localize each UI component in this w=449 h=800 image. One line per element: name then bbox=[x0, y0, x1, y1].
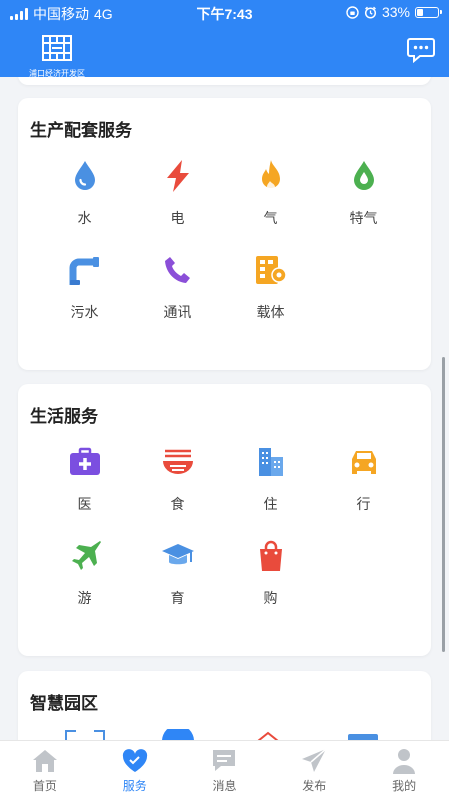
noodle-bowl-icon bbox=[162, 449, 193, 474]
service-item-electricity[interactable]: 电 bbox=[131, 148, 224, 232]
previous-card bbox=[18, 77, 431, 85]
service-label: 游 bbox=[77, 590, 92, 606]
bottom-tab-bar: 首页 服务 消息 发布 我的 bbox=[0, 740, 449, 800]
service-item-special-gas[interactable]: 特气 bbox=[317, 148, 410, 232]
service-item-medical[interactable]: 医 bbox=[38, 434, 131, 518]
service-label: 育 bbox=[170, 590, 185, 606]
car-icon bbox=[351, 451, 376, 474]
service-label: 食 bbox=[170, 496, 185, 512]
scan-frame-icon bbox=[65, 730, 105, 740]
status-bar: 中国移动 4G 下午7:43 33% bbox=[0, 0, 449, 25]
scrollbar[interactable] bbox=[442, 357, 445, 652]
service-label: 购 bbox=[263, 590, 278, 606]
service-label: 载体 bbox=[256, 304, 285, 320]
service-item-telecom[interactable]: 通讯 bbox=[131, 242, 224, 326]
service-label: 医 bbox=[77, 496, 92, 512]
service-label: 住 bbox=[263, 496, 278, 512]
tab-profile[interactable]: 我的 bbox=[359, 741, 449, 800]
user-icon bbox=[393, 749, 416, 774]
production-services-grid: 水 电 气 特气 污水 通讯 载体 bbox=[38, 148, 410, 326]
globe-icon bbox=[162, 729, 194, 740]
service-scroll-area[interactable]: 生产配套服务 水 电 气 特气 污水 通讯 载体 生活服务 医 食 住 行 游 … bbox=[0, 77, 449, 740]
section-title: 生产配套服务 bbox=[30, 121, 132, 140]
chat-bubble-icon bbox=[407, 38, 435, 64]
chat-button[interactable] bbox=[407, 37, 435, 64]
tab-publish[interactable]: 发布 bbox=[269, 741, 359, 800]
park-logo-icon bbox=[42, 35, 72, 61]
phone-icon bbox=[164, 257, 190, 283]
service-item-carrier[interactable]: 载体 bbox=[224, 242, 317, 326]
lightning-icon bbox=[166, 160, 189, 192]
building-gear-icon bbox=[255, 256, 287, 284]
buildings-icon bbox=[258, 448, 283, 476]
service-item-gas[interactable]: 气 bbox=[224, 148, 317, 232]
battery-icon bbox=[415, 6, 442, 18]
service-label: 气 bbox=[263, 210, 278, 226]
tab-services[interactable]: 服务 bbox=[90, 741, 180, 800]
service-label: 通讯 bbox=[163, 304, 192, 320]
message-icon bbox=[213, 750, 236, 771]
service-item-water[interactable]: 水 bbox=[38, 148, 131, 232]
smart-park-card: 智慧园区 bbox=[18, 671, 431, 740]
medical-kit-icon bbox=[69, 447, 100, 475]
park-logo[interactable]: 浦口经济开发区 bbox=[22, 35, 92, 79]
life-services-grid: 医 食 住 行 游 育 购 bbox=[38, 434, 410, 612]
send-icon bbox=[302, 748, 327, 772]
service-item-food[interactable]: 食 bbox=[131, 434, 224, 518]
service-label: 行 bbox=[356, 496, 371, 512]
tab-messages[interactable]: 消息 bbox=[180, 741, 270, 800]
service-label: 特气 bbox=[349, 210, 378, 226]
section-title: 智慧园区 bbox=[30, 694, 98, 713]
service-item-sewage[interactable]: 污水 bbox=[38, 242, 131, 326]
flame-icon bbox=[261, 160, 280, 191]
service-item-travel[interactable]: 游 bbox=[38, 528, 131, 612]
service-item-housing[interactable]: 住 bbox=[224, 434, 317, 518]
tab-home[interactable]: 首页 bbox=[0, 741, 90, 800]
app-header: 浦口经济开发区 bbox=[0, 25, 449, 79]
home-icon bbox=[32, 750, 57, 772]
service-item-shopping[interactable]: 购 bbox=[224, 528, 317, 612]
sewage-pipe-icon bbox=[69, 257, 99, 285]
tab-label: 首页 bbox=[32, 779, 57, 793]
tab-label: 发布 bbox=[302, 779, 327, 793]
water-drop-icon bbox=[74, 161, 95, 190]
tab-label: 消息 bbox=[212, 779, 237, 793]
production-services-card: 生产配套服务 水 电 气 特气 污水 通讯 载体 bbox=[18, 98, 431, 370]
shopping-bag-icon bbox=[259, 540, 282, 571]
battery-percent: 33% bbox=[381, 4, 410, 20]
service-label: 水 bbox=[77, 210, 92, 226]
tab-label: 服务 bbox=[122, 779, 147, 793]
airplane-icon bbox=[71, 541, 101, 570]
orientation-lock-icon bbox=[346, 5, 359, 19]
section-title: 生活服务 bbox=[30, 407, 98, 426]
alarm-icon bbox=[364, 6, 377, 19]
service-item-education[interactable]: 育 bbox=[131, 528, 224, 612]
status-right: 33% bbox=[346, 4, 442, 20]
house-icon bbox=[257, 731, 279, 740]
heart-icon bbox=[122, 749, 147, 772]
service-label: 污水 bbox=[70, 304, 99, 320]
service-item-transport[interactable]: 行 bbox=[317, 434, 410, 518]
service-label: 电 bbox=[170, 210, 185, 226]
tab-label: 我的 bbox=[392, 779, 417, 793]
graduation-cap-icon bbox=[161, 544, 194, 565]
green-drop-icon bbox=[353, 161, 374, 190]
life-services-card: 生活服务 医 食 住 行 游 育 购 bbox=[18, 384, 431, 656]
